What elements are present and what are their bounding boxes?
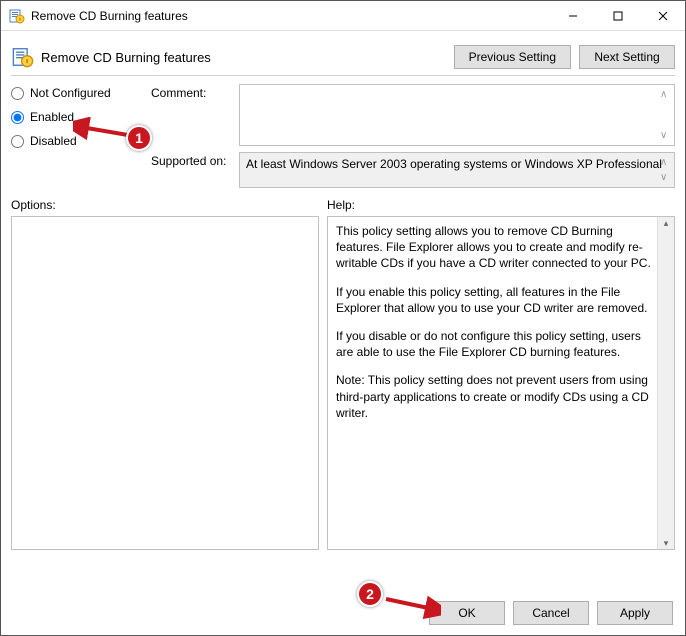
comment-label: Comment:: [151, 84, 231, 100]
cancel-button[interactable]: Cancel: [513, 601, 589, 625]
help-paragraph: If you enable this policy setting, all f…: [336, 284, 656, 316]
annotation-badge-1: 1: [126, 125, 152, 151]
radio-not-configured-label: Not Configured: [30, 86, 111, 100]
radio-enabled-label: Enabled: [30, 110, 74, 124]
next-setting-button[interactable]: Next Setting: [579, 45, 675, 69]
supported-textbox: At least Windows Server 2003 operating s…: [239, 152, 675, 188]
previous-setting-button[interactable]: Previous Setting: [454, 45, 571, 69]
supported-label: Supported on:: [151, 152, 231, 168]
radio-disabled-input[interactable]: [11, 135, 24, 148]
titlebar: Remove CD Burning features: [1, 1, 685, 31]
policy-title: Remove CD Burning features: [41, 50, 211, 65]
close-button[interactable]: [640, 1, 685, 30]
help-panel: This policy setting allows you to remove…: [327, 216, 675, 550]
separator: [11, 75, 675, 76]
scroll-up-icon[interactable]: ▴: [664, 217, 669, 229]
radio-disabled[interactable]: Disabled: [11, 134, 141, 148]
scroll-down-icon[interactable]: ▾: [664, 537, 669, 549]
supported-value: At least Windows Server 2003 operating s…: [246, 157, 662, 171]
window-title: Remove CD Burning features: [31, 9, 550, 23]
options-panel: [11, 216, 319, 550]
apply-button[interactable]: Apply: [597, 601, 673, 625]
radio-disabled-label: Disabled: [30, 134, 77, 148]
radio-not-configured[interactable]: Not Configured: [11, 86, 141, 100]
help-paragraph: Note: This policy setting does not preve…: [336, 372, 656, 421]
ok-button[interactable]: OK: [429, 601, 505, 625]
help-paragraph: If you disable or do not configure this …: [336, 328, 656, 360]
comment-textbox[interactable]: ∧∨: [239, 84, 675, 146]
annotation-badge-2: 2: [357, 581, 383, 607]
options-label: Options:: [11, 198, 319, 212]
policy-icon: [9, 8, 25, 24]
minimize-button[interactable]: [550, 1, 595, 30]
radio-not-configured-input[interactable]: [11, 87, 24, 100]
help-paragraph: This policy setting allows you to remove…: [336, 223, 656, 272]
radio-enabled-input[interactable]: [11, 111, 24, 124]
radio-enabled[interactable]: Enabled: [11, 110, 141, 124]
maximize-button[interactable]: [595, 1, 640, 30]
help-label: Help:: [327, 198, 675, 212]
help-scrollbar[interactable]: ▴ ▾: [657, 217, 674, 549]
policy-icon-large: [11, 45, 35, 69]
